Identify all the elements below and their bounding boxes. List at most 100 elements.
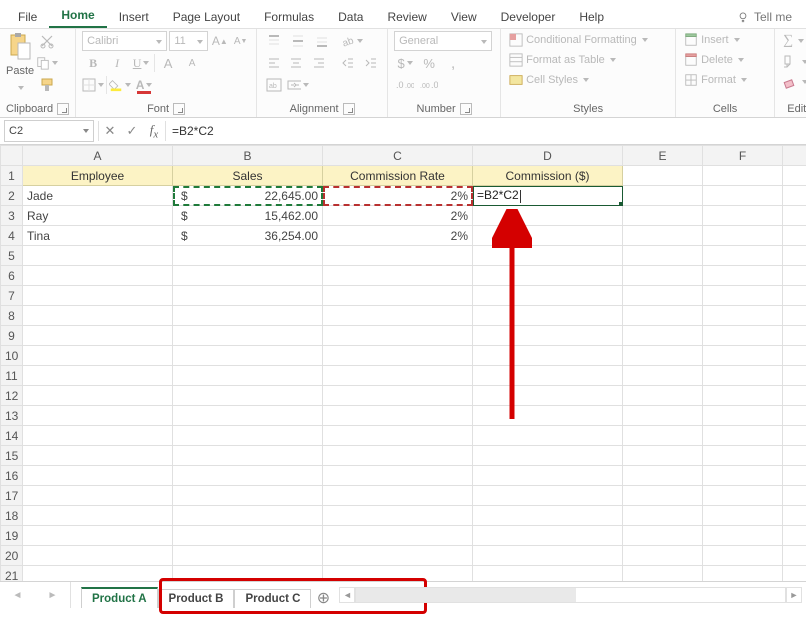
align-right-button[interactable]	[309, 53, 330, 73]
cell-A21[interactable]	[23, 566, 173, 582]
cell-C5[interactable]	[323, 246, 473, 266]
cell-E1[interactable]	[623, 166, 703, 186]
cell-F4[interactable]	[703, 226, 783, 246]
cell-F20[interactable]	[703, 546, 783, 566]
cell-A4[interactable]: Tina	[23, 226, 173, 246]
cell-A2[interactable]: Jade	[23, 186, 173, 206]
cell-C1[interactable]: Commission Rate	[323, 166, 473, 186]
menu-tab-view[interactable]: View	[439, 6, 489, 28]
cell-D4[interactable]	[473, 226, 623, 246]
cell-E20[interactable]	[623, 546, 703, 566]
font-shrink-button[interactable]: A	[181, 53, 203, 73]
cell-F19[interactable]	[703, 526, 783, 546]
cell-B8[interactable]	[173, 306, 323, 326]
cell-C19[interactable]	[323, 526, 473, 546]
cell-G16[interactable]	[783, 466, 806, 486]
formula-cancel-button[interactable]: ✕	[99, 121, 121, 141]
cell-G9[interactable]	[783, 326, 806, 346]
cell-E8[interactable]	[623, 306, 703, 326]
cell-G17[interactable]	[783, 486, 806, 506]
cell-C7[interactable]	[323, 286, 473, 306]
row-header-5[interactable]: 5	[1, 246, 23, 266]
cell-G19[interactable]	[783, 526, 806, 546]
cell-D13[interactable]	[473, 406, 623, 426]
cell-B18[interactable]	[173, 506, 323, 526]
cell-C10[interactable]	[323, 346, 473, 366]
column-header-G[interactable]: G	[783, 146, 806, 166]
row-header-2[interactable]: 2	[1, 186, 23, 206]
cell-B16[interactable]	[173, 466, 323, 486]
cell-B5[interactable]	[173, 246, 323, 266]
cell-B6[interactable]	[173, 266, 323, 286]
cell-A11[interactable]	[23, 366, 173, 386]
cell-G11[interactable]	[783, 366, 806, 386]
cell-C13[interactable]	[323, 406, 473, 426]
cell-F11[interactable]	[703, 366, 783, 386]
cell-C16[interactable]	[323, 466, 473, 486]
cell-D8[interactable]	[473, 306, 623, 326]
borders-button[interactable]	[82, 75, 104, 95]
cell-E10[interactable]	[623, 346, 703, 366]
row-header-17[interactable]: 17	[1, 486, 23, 506]
align-middle-button[interactable]	[287, 31, 309, 51]
cell-A5[interactable]	[23, 246, 173, 266]
cell-C17[interactable]	[323, 486, 473, 506]
cell-A1[interactable]: Employee	[23, 166, 173, 186]
comma-format-button[interactable]: ,	[442, 53, 464, 73]
cell-B2[interactable]: $22,645.00	[173, 186, 323, 206]
cell-F21[interactable]	[703, 566, 783, 582]
menu-tab-developer[interactable]: Developer	[489, 6, 568, 28]
insert-function-button[interactable]: fx	[143, 121, 165, 141]
cell-E13[interactable]	[623, 406, 703, 426]
cell-A7[interactable]	[23, 286, 173, 306]
row-header-4[interactable]: 4	[1, 226, 23, 246]
menu-tab-formulas[interactable]: Formulas	[252, 6, 326, 28]
column-header-B[interactable]: B	[173, 146, 323, 166]
column-header-A[interactable]: A	[23, 146, 173, 166]
row-header-3[interactable]: 3	[1, 206, 23, 226]
cell-D7[interactable]	[473, 286, 623, 306]
cell-D17[interactable]	[473, 486, 623, 506]
cell-A18[interactable]	[23, 506, 173, 526]
cell-C15[interactable]	[323, 446, 473, 466]
sheet-tab-product-c[interactable]: Product C	[234, 589, 311, 608]
cell-A14[interactable]	[23, 426, 173, 446]
cell-A15[interactable]	[23, 446, 173, 466]
cell-F17[interactable]	[703, 486, 783, 506]
row-header-6[interactable]: 6	[1, 266, 23, 286]
alignment-launcher[interactable]	[343, 103, 355, 115]
cell-C20[interactable]	[323, 546, 473, 566]
cell-D3[interactable]	[473, 206, 623, 226]
cell-D12[interactable]	[473, 386, 623, 406]
menu-tab-data[interactable]: Data	[326, 6, 375, 28]
new-sheet-button[interactable]: ⊕	[311, 588, 335, 608]
cell-B13[interactable]	[173, 406, 323, 426]
cell-D20[interactable]	[473, 546, 623, 566]
font-grow-button[interactable]: A	[157, 53, 179, 73]
cell-E21[interactable]	[623, 566, 703, 582]
cell-G12[interactable]	[783, 386, 806, 406]
worksheet-grid[interactable]: ABCDEFG1EmployeeSalesCommission RateComm…	[0, 145, 806, 581]
row-header-7[interactable]: 7	[1, 286, 23, 306]
row-header-19[interactable]: 19	[1, 526, 23, 546]
cell-E7[interactable]	[623, 286, 703, 306]
cell-B4[interactable]: $36,254.00	[173, 226, 323, 246]
cell-F10[interactable]	[703, 346, 783, 366]
cell-B10[interactable]	[173, 346, 323, 366]
accounting-format-button[interactable]: $	[394, 53, 416, 73]
font-color-button[interactable]: A	[133, 75, 155, 95]
row-header-8[interactable]: 8	[1, 306, 23, 326]
menu-tab-help[interactable]: Help	[567, 6, 616, 28]
row-header-18[interactable]: 18	[1, 506, 23, 526]
cell-D5[interactable]	[473, 246, 623, 266]
clear-button[interactable]	[781, 73, 806, 91]
cell-C18[interactable]	[323, 506, 473, 526]
cell-A3[interactable]: Ray	[23, 206, 173, 226]
cell-B7[interactable]	[173, 286, 323, 306]
cell-B20[interactable]	[173, 546, 323, 566]
row-header-16[interactable]: 16	[1, 466, 23, 486]
cell-G21[interactable]	[783, 566, 806, 582]
cell-G3[interactable]	[783, 206, 806, 226]
cell-E6[interactable]	[623, 266, 703, 286]
format-as-table-button[interactable]: Format as Table	[507, 51, 618, 69]
